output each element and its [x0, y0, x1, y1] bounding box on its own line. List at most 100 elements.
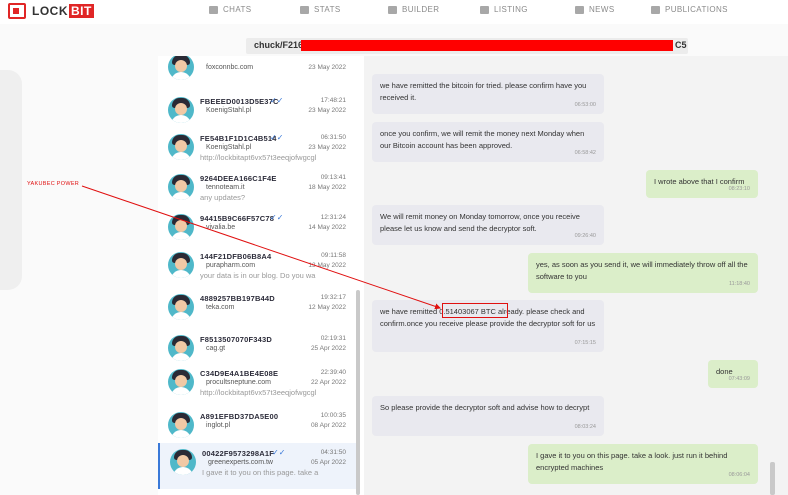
list-item-name: F8513507070F343D	[200, 335, 273, 344]
list-item[interactable]: 94415B9C66F57C78 ✓✓ vivalia.be 12:31:24 …	[158, 208, 358, 248]
list-item-name: FE54B1F1D1C4B514	[200, 134, 277, 143]
redaction-bar	[301, 40, 673, 51]
list-item-host: foxconnbc.com	[206, 64, 254, 71]
list-item-host: KoenigStahl.pl	[206, 144, 252, 151]
list-item-date: 23 May 2022	[308, 107, 346, 114]
list-item-time: 19:32:17	[320, 294, 346, 301]
avatar	[168, 252, 194, 278]
avatar	[168, 294, 194, 320]
list-item-name: 00422F9573298A1F	[202, 449, 275, 458]
read-check-icon: ✓✓	[272, 448, 286, 457]
list-item-date: 18 May 2022	[308, 184, 346, 191]
read-check-icon: ✓✓	[270, 96, 284, 105]
list-item-host: tennoteam.it	[206, 184, 245, 191]
list-item-name: 4889257BB197B44D	[200, 294, 275, 303]
list-item-time: 09:11:58	[321, 252, 346, 259]
publications-icon	[651, 5, 660, 14]
list-item-name: 144F21DFB06B8A4	[200, 252, 272, 261]
list-item-date: 23 May 2022	[308, 144, 346, 151]
list-item-name: 9264DEEA166C1F4E	[200, 174, 277, 183]
read-check-icon: ✓✓	[270, 133, 284, 142]
avatar	[168, 214, 194, 240]
message-outgoing: done 07:43:09	[708, 360, 758, 388]
screen: LOCK BIT CHATS STATS BUILDER LISTING NEWS…	[0, 0, 788, 495]
list-item-date: 08 Apr 2022	[310, 422, 346, 429]
chat-panel: we have remitted the bitcoin for tried. …	[364, 56, 788, 495]
list-item-time: 10:00:35	[320, 412, 346, 419]
nav-item-news[interactable]: NEWS	[575, 5, 615, 14]
list-item-date: 22 Apr 2022	[310, 379, 346, 386]
nav-item-publications[interactable]: PUBLICATIONS	[651, 5, 728, 14]
message-outgoing: I gave it to you on this page. take a lo…	[528, 444, 758, 484]
list-item-date: 05 Apr 2022	[310, 459, 346, 466]
list-item-host: vivalia.be	[206, 224, 236, 231]
avatar	[168, 369, 194, 395]
avatar	[168, 412, 194, 438]
list-item-host: cag.gt	[206, 345, 226, 352]
avatar	[168, 97, 194, 123]
list-item-host: inglot.pl	[206, 422, 231, 429]
list-item[interactable]: FE54B1F1D1C4B514 ✓✓ KoenigStahl.pl http:…	[158, 128, 358, 168]
list-item-preview: your data is in our blog. Do you wa	[200, 271, 316, 280]
list-item[interactable]: 144F21DFB06B8A4 purapharm.com your data …	[158, 246, 358, 286]
listing-icon	[480, 5, 489, 14]
avatar	[168, 174, 194, 200]
list-scrollbar[interactable]	[356, 290, 360, 495]
list-item-host: purapharm.com	[206, 262, 256, 269]
annotation-label: YAKUBEC POWER	[27, 181, 80, 187]
list-item-name: FBEEED0013D5E37C	[200, 97, 279, 106]
list-item-time: 09:13:41	[320, 174, 346, 181]
list-item-time: 06:31:50	[320, 134, 346, 141]
message-outgoing: I wrote above that I confirm 08:23:10	[646, 170, 758, 198]
list-item-time: 02:19:31	[320, 335, 346, 342]
chat-address-bar[interactable]: chuck/F216 C5	[246, 38, 688, 54]
list-item-name: A891EFBD37DA5E00	[200, 412, 279, 421]
nav-item-stats[interactable]: STATS	[300, 5, 341, 14]
list-item-host: KoenigStahl.pl	[206, 107, 252, 114]
conversation-list: foxconnbc.com 23 May 2022 FBEEED0013D5E3…	[158, 56, 364, 495]
message-outgoing: yes, as soon as you send it, we will imm…	[528, 253, 758, 293]
list-item[interactable]: C34D9E4A1BE4E08E procultsneptune.com htt…	[158, 363, 358, 403]
background-shape	[0, 70, 22, 290]
avatar	[168, 335, 194, 361]
list-item-active[interactable]: 00422F9573298A1F ✓✓ greenexperts.com.tw …	[158, 443, 358, 489]
list-item-host: teka.com	[206, 304, 235, 311]
message-incoming: we have remitted the bitcoin for tried. …	[372, 74, 604, 114]
message-incoming: We will remit money on Monday tomorrow, …	[372, 205, 604, 245]
list-item[interactable]: foxconnbc.com 23 May 2022	[158, 56, 358, 88]
address-suffix: C5	[675, 40, 687, 50]
list-item-host: procultsneptune.com	[206, 379, 271, 386]
list-item-preview: http://lockbitapt6vx57t3eeqjofwgcgl	[200, 388, 317, 397]
list-item-date: 12 May 2022	[308, 304, 346, 311]
list-item-preview: I gave it to you on this page. take a	[202, 468, 319, 477]
avatar	[170, 449, 196, 475]
list-item[interactable]: FBEEED0013D5E37C ✓✓ KoenigStahl.pl 17:48…	[158, 91, 358, 131]
list-item-time: 04:31:50	[320, 449, 346, 456]
list-item-time: 22:39:40	[320, 369, 346, 376]
list-item-preview: http://lockbitapt6vx57t3eeqjofwgcgl	[200, 153, 317, 162]
read-check-icon: ✓✓	[270, 213, 284, 222]
list-item-preview: any updates?	[200, 193, 246, 202]
news-icon	[575, 5, 584, 14]
list-item-date: 13 May 2022	[308, 262, 346, 269]
nav-item-chats[interactable]: CHATS	[209, 5, 252, 14]
list-item[interactable]: A891EFBD37DA5E00 inglot.pl 10:00:35 08 A…	[158, 406, 358, 446]
list-item-name: 94415B9C66F57C78	[200, 214, 275, 223]
list-item-time: 17:48:21	[320, 97, 346, 104]
list-item-name: C34D9E4A1BE4E08E	[200, 369, 279, 378]
chat-icon	[209, 5, 218, 14]
list-item-date: 25 Apr 2022	[310, 345, 346, 352]
list-item-time: 12:31:24	[320, 214, 346, 221]
list-item[interactable]: 4889257BB197B44D teka.com 19:32:17 12 Ma…	[158, 288, 358, 328]
address-prefix: chuck/F216	[254, 40, 304, 50]
nav-item-builder[interactable]: BUILDER	[388, 5, 439, 14]
avatar	[168, 134, 194, 160]
list-item-date: 23 May 2022	[308, 64, 346, 71]
btc-amount-highlight	[442, 303, 508, 318]
message-incoming: once you confirm, we will remit the mone…	[372, 122, 604, 162]
top-bar: LOCK BIT CHATS STATS BUILDER LISTING NEWS…	[0, 0, 788, 24]
chat-scrollbar[interactable]	[770, 462, 775, 495]
list-item[interactable]: 9264DEEA166C1F4E tennoteam.it any update…	[158, 168, 358, 208]
avatar	[168, 56, 194, 80]
nav-item-listing[interactable]: LISTING	[480, 5, 528, 14]
